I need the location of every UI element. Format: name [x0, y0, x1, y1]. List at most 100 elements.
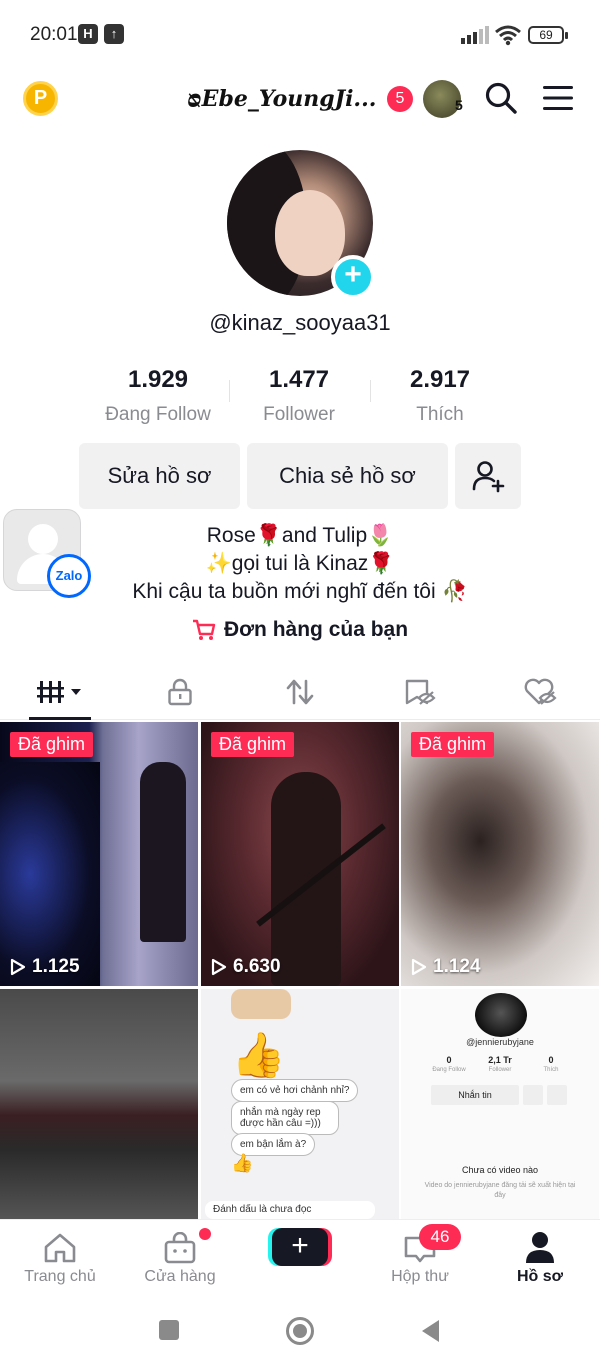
play-icon [211, 958, 227, 976]
stat-likes[interactable]: 2.917 Thích [370, 366, 510, 426]
thumb-mini-label: Follower [488, 1067, 512, 1073]
stat-likes-value: 2.917 [409, 366, 471, 393]
bottom-navigation: Trang chủ Cửa hàng + Hộp thư 46 Hồ sơ [0, 1219, 600, 1299]
lock-icon [168, 678, 192, 706]
view-count-value: 1.124 [433, 956, 481, 977]
stat-followers-value: 1.477 [268, 366, 330, 393]
stat-followers[interactable]: 1.477 Follower [229, 366, 369, 426]
tab-active-indicator [29, 717, 91, 720]
app-notification-icon: H [78, 24, 98, 44]
tab-reposts[interactable] [240, 664, 360, 720]
add-friend-button[interactable] [455, 443, 521, 509]
inbox-count-badge: 46 [419, 1224, 461, 1250]
wifi-icon [495, 25, 521, 46]
stat-likes-label: Thích [416, 404, 464, 425]
repost-icon [286, 679, 314, 705]
bio-line: Khi cậu ta buồn mới nghĩ đến tôi 🥀 [132, 580, 468, 603]
play-icon [10, 958, 26, 976]
upload-notification-icon: ↑ [104, 24, 124, 44]
view-count: 6.630 [211, 956, 281, 978]
video-thumbnail[interactable]: Đã ghim 1.124 [401, 722, 599, 986]
profile-username[interactable]: ᴓEbe_YoungJi... [187, 86, 376, 112]
account-switcher[interactable]: ᴓEbe_YoungJi... [187, 82, 376, 116]
recents-button[interactable] [159, 1320, 179, 1340]
thumb-mini-handle: @jennierubyjane [466, 1037, 534, 1047]
video-thumbnail[interactable] [0, 989, 198, 1219]
nav-shop-label: Cửa hàng [144, 1268, 216, 1285]
pinned-badge: Đã ghim [211, 732, 295, 757]
view-count: 1.125 [10, 956, 80, 978]
stat-following[interactable]: 1.929 Đang Follow [88, 366, 228, 426]
view-count: 1.124 [411, 956, 481, 978]
stat-following-label: Đang Follow [105, 404, 211, 425]
play-icon [411, 958, 427, 976]
back-button[interactable] [419, 1318, 441, 1344]
signal-icon [461, 26, 489, 44]
tab-liked[interactable] [480, 664, 600, 720]
coin-icon[interactable]: P [23, 81, 58, 116]
thumb-mini-stat: 0 [446, 1055, 452, 1065]
video-thumbnail[interactable]: @jennierubyjane 0 2,1 Tr 0 Đang Follow F… [401, 989, 599, 1219]
share-profile-button[interactable]: Chia sẻ hồ sơ [247, 443, 448, 509]
thumb-mini-add [523, 1085, 543, 1105]
profile-icon [526, 1232, 554, 1263]
view-count-value: 6.630 [233, 956, 281, 977]
status-bar: 20:01 H ↑ 69 [0, 0, 600, 70]
chat-bubble: em có vẻ hơi chảnh nhỉ? [231, 1079, 359, 1102]
orders-link[interactable]: Đơn hàng của bạn [0, 618, 600, 642]
add-avatar-button[interactable]: + [331, 255, 375, 299]
nav-shop[interactable]: Cửa hàng [120, 1220, 240, 1300]
thumb-mini-stat: 2,1 Tr [488, 1055, 512, 1065]
thumb-art [0, 762, 100, 986]
thumb-mini-label: Đang Follow [432, 1067, 466, 1073]
thumb-mini-more [547, 1085, 567, 1105]
nav-inbox-label: Hộp thư [391, 1268, 449, 1285]
bio-line: ✨gọi tui là Kinaz🌹 [205, 552, 395, 575]
heart-hidden-icon [524, 678, 557, 705]
stat-followers-label: Follower [263, 404, 335, 425]
edit-profile-button[interactable]: Sửa hồ sơ [79, 443, 240, 509]
video-thumbnail[interactable]: Đã ghim 1.125 [0, 722, 198, 986]
tab-private[interactable] [120, 664, 240, 720]
video-thumbnail[interactable]: 👍 em có vẻ hơi chảnh nhỉ? nhắn mà ngày r… [201, 989, 399, 1219]
nav-profile[interactable]: Hồ sơ [480, 1220, 600, 1300]
thumb-mini-avatar [475, 993, 527, 1037]
profile-handle: @kinaz_sooyaa31 [209, 310, 391, 335]
home-button[interactable] [285, 1316, 315, 1346]
battery-indicator: 69 [528, 26, 568, 44]
video-thumbnail[interactable]: Đã ghim 6.630 [201, 722, 399, 986]
orders-label: Đơn hàng của bạn [223, 618, 409, 641]
thumb-figure [140, 762, 186, 942]
chat-footer: Đánh dấu là chưa đọc [205, 1201, 375, 1219]
view-count-value: 1.125 [32, 956, 80, 977]
tab-favorites[interactable] [360, 664, 480, 720]
notification-badge: 5 [387, 86, 413, 112]
shopping-bag-icon [164, 1232, 196, 1264]
profile-bio: Rose🌹and Tulip🌷 ✨gọi tui là Kinaz🌹 Khi c… [0, 522, 600, 606]
grid-icon [37, 681, 81, 703]
pinned-badge: Đã ghim [411, 732, 495, 757]
tab-videos[interactable] [0, 664, 120, 720]
shop-notification-dot [199, 1228, 211, 1240]
home-icon [44, 1233, 76, 1263]
cart-icon [192, 619, 216, 640]
thumbs-up-icon: 👍 [231, 1031, 286, 1080]
bio-line: Rose🌹and Tulip🌷 [206, 524, 394, 547]
nav-home-label: Trang chủ [24, 1268, 96, 1285]
thumb-sticker [231, 989, 291, 1019]
small-thumbs-up-icon: 👍 [231, 1153, 254, 1173]
search-icon[interactable] [484, 81, 518, 115]
thumb-mini-stat: 0 [548, 1055, 554, 1065]
menu-icon[interactable] [542, 84, 574, 112]
thumb-figure [271, 772, 341, 986]
nav-profile-label: Hồ sơ [516, 1268, 564, 1285]
pinned-badge: Đã ghim [10, 732, 94, 757]
stat-following-value: 1.929 [127, 366, 189, 393]
friends-count: 5 [455, 97, 463, 113]
bookmark-hidden-icon [405, 679, 436, 705]
thumb-mini-empty-desc: Video do jennierubyjane đăng tải sẽ xuất… [424, 1182, 576, 1199]
thumb-mini-message: Nhắn tin [431, 1085, 519, 1105]
nav-home[interactable]: Trang chủ [0, 1220, 120, 1300]
profile-tabs [0, 664, 600, 720]
create-video-button[interactable]: + [272, 1228, 328, 1266]
